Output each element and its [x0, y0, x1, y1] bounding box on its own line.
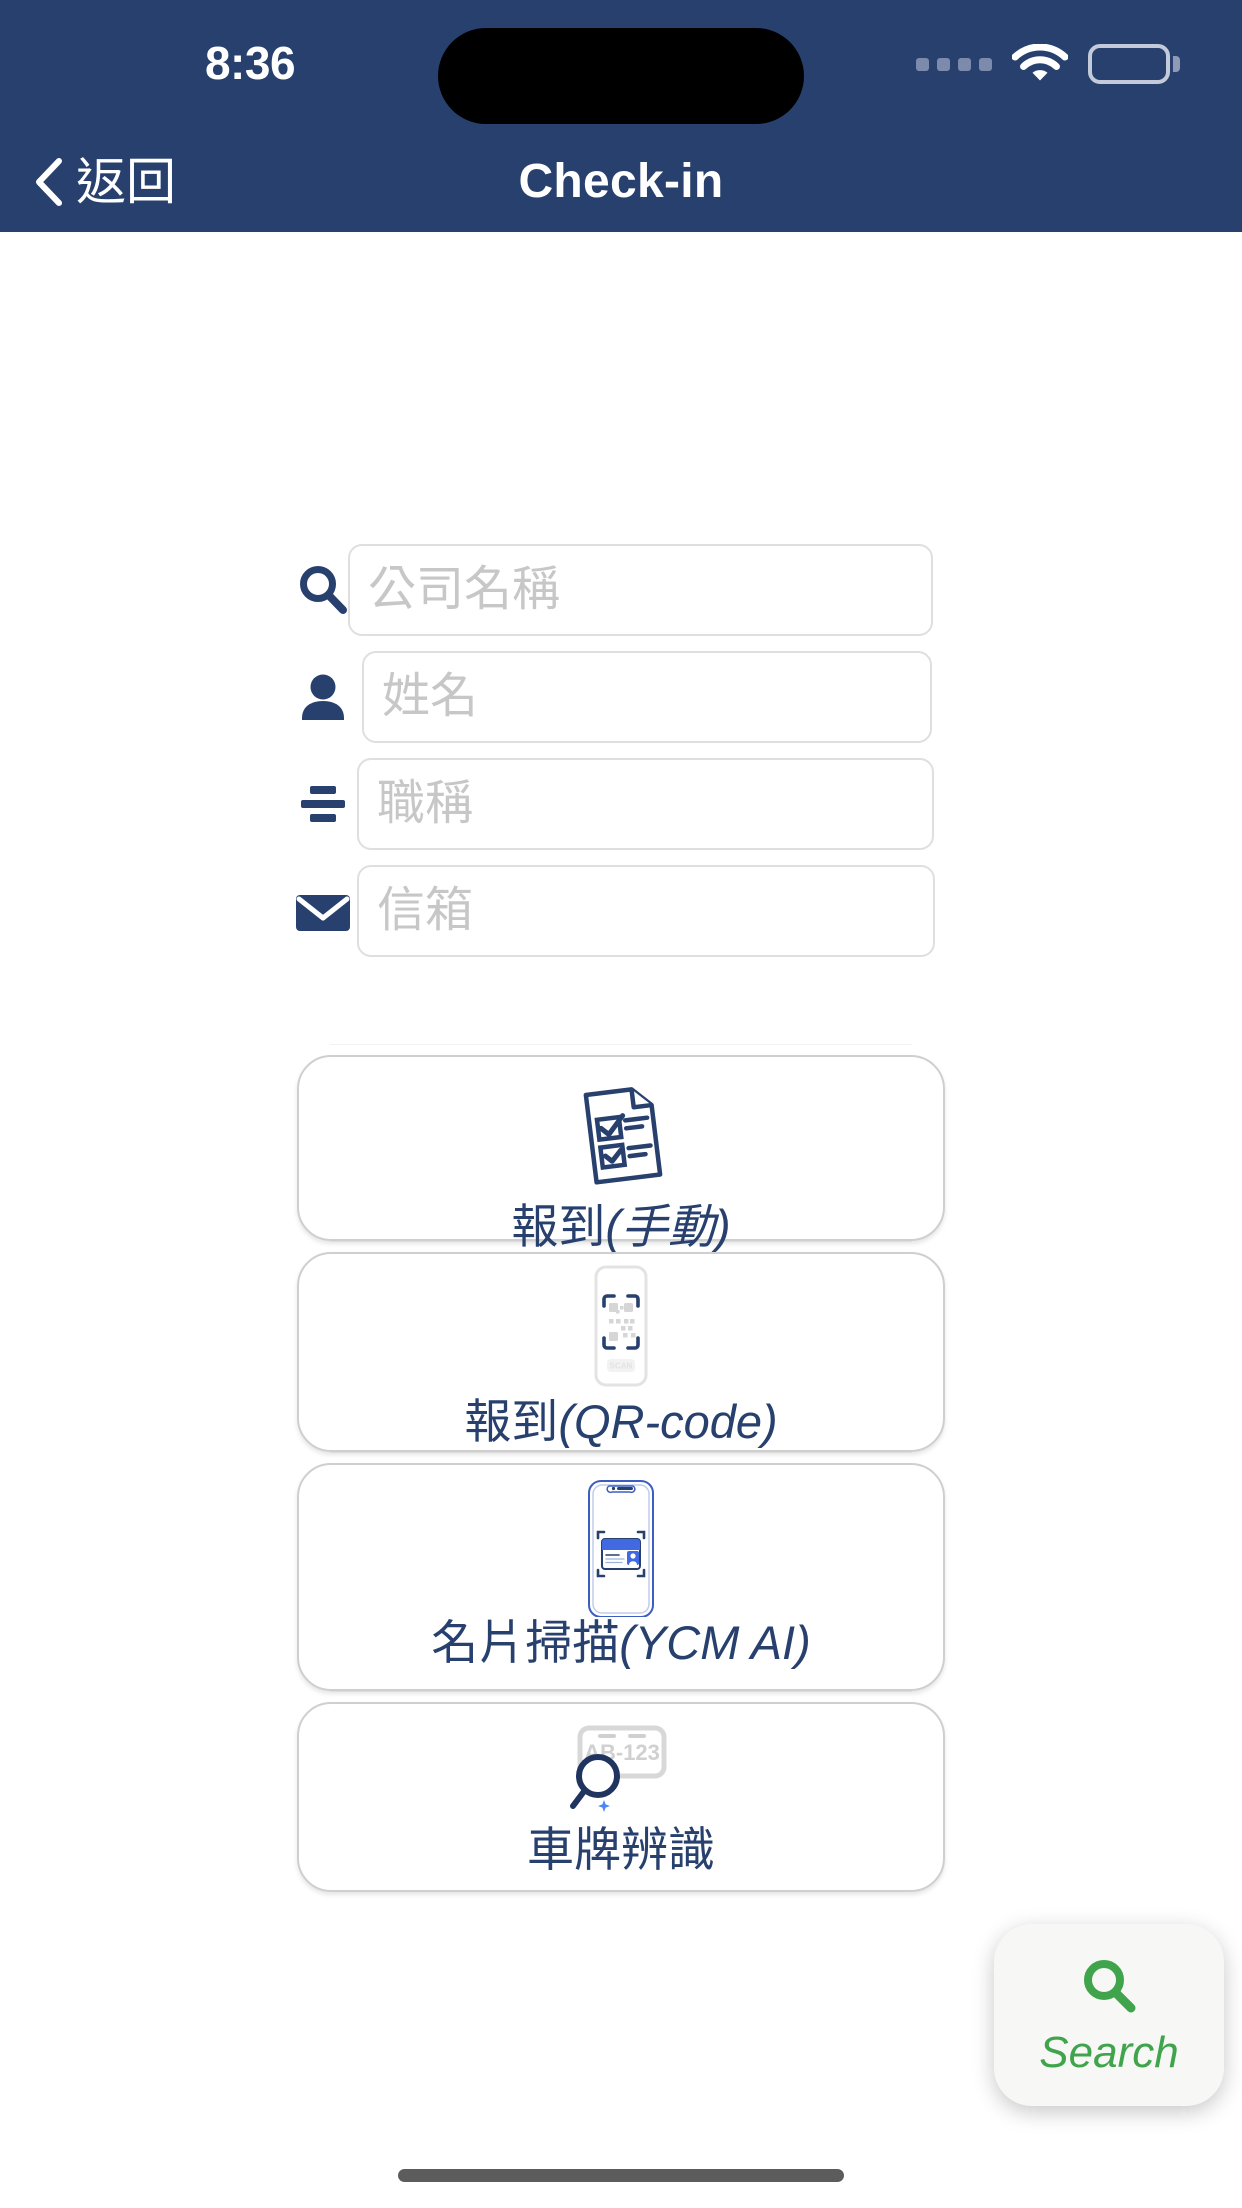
- field-row-email: [0, 858, 1242, 963]
- checkin-qr-label-paren: (QR-code): [558, 1395, 778, 1448]
- align-center-icon: [292, 773, 354, 835]
- search-icon: [292, 559, 354, 621]
- status-indicators: [916, 44, 1180, 84]
- business-card-scan-label-paren: (YCM AI): [619, 1616, 811, 1669]
- dynamic-island: [438, 28, 804, 124]
- back-button[interactable]: 返回: [26, 132, 192, 232]
- business-card-scan-button[interactable]: 名片掃描(YCM AI): [297, 1463, 945, 1691]
- business-card-scan-label: 名片掃描(YCM AI): [431, 1613, 810, 1673]
- license-plate-button[interactable]: AB-123 車牌辨識: [297, 1702, 945, 1892]
- business-card-scan-icon: [565, 1477, 677, 1617]
- home-indicator[interactable]: [398, 2169, 844, 2182]
- person-icon: [292, 666, 354, 728]
- field-row-company: [0, 537, 1242, 642]
- action-button-list: 報到(手動) SCAN 報到(QR-code) 名片掃描(YCM AI) AB-…: [0, 1044, 1242, 1892]
- signal-dots-icon: [916, 57, 992, 71]
- license-plate-search-icon: AB-123: [558, 1720, 684, 1824]
- phone-screen: 8:36 Check-in 返回 公司名稱 姓名 職稱 信箱 報到(手動) SC…: [0, 0, 1242, 2208]
- checkin-qr-label: 報到(QR-code): [464, 1392, 777, 1452]
- license-plate-label-main: 車牌辨識: [527, 1823, 715, 1876]
- company-name-input[interactable]: [348, 543, 933, 636]
- checkin-form: [0, 537, 1242, 965]
- checkin-manual-label-main: 報到: [511, 1200, 606, 1253]
- field-row-title: [0, 751, 1242, 856]
- qr-scan-phone-icon: SCAN: [571, 1264, 671, 1390]
- qr-scan-text: SCAN: [610, 1362, 633, 1371]
- email-input[interactable]: [357, 864, 935, 957]
- nav-bar: Check-in 返回: [0, 132, 1242, 232]
- battery-icon: [1088, 44, 1180, 84]
- field-row-name: [0, 644, 1242, 749]
- search-floating-label: Search: [1039, 2028, 1179, 2077]
- status-time: 8:36: [204, 37, 296, 89]
- divider-1: [330, 1044, 912, 1045]
- main-content: 報到(手動): [0, 232, 1242, 2208]
- divider-4: [330, 1691, 912, 1692]
- checkin-qr-button[interactable]: SCAN 報到(QR-code): [297, 1252, 945, 1452]
- checkin-manual-label-paren: (手動): [605, 1200, 731, 1253]
- divider-3: [330, 1452, 912, 1453]
- checklist-document-icon: [569, 1079, 673, 1191]
- checkin-qr-label-main: 報到: [464, 1395, 559, 1448]
- wifi-icon: [1012, 44, 1068, 84]
- person-name-input[interactable]: [362, 650, 932, 743]
- business-card-scan-label-main: 名片掃描: [431, 1616, 620, 1669]
- checkin-manual-button[interactable]: 報到(手動): [297, 1055, 945, 1253]
- search-icon: [1074, 1952, 1144, 2022]
- checkin-manual-label: 報到(手動): [511, 1197, 730, 1257]
- search-floating-button[interactable]: Search: [994, 1924, 1224, 2106]
- job-title-input[interactable]: [357, 757, 934, 850]
- chevron-left-icon: [34, 158, 64, 206]
- license-plate-label: 車牌辨識: [527, 1820, 715, 1880]
- back-button-label: 返回: [76, 154, 176, 210]
- envelope-icon: [292, 880, 354, 942]
- status-bar: 8:36: [0, 0, 1242, 132]
